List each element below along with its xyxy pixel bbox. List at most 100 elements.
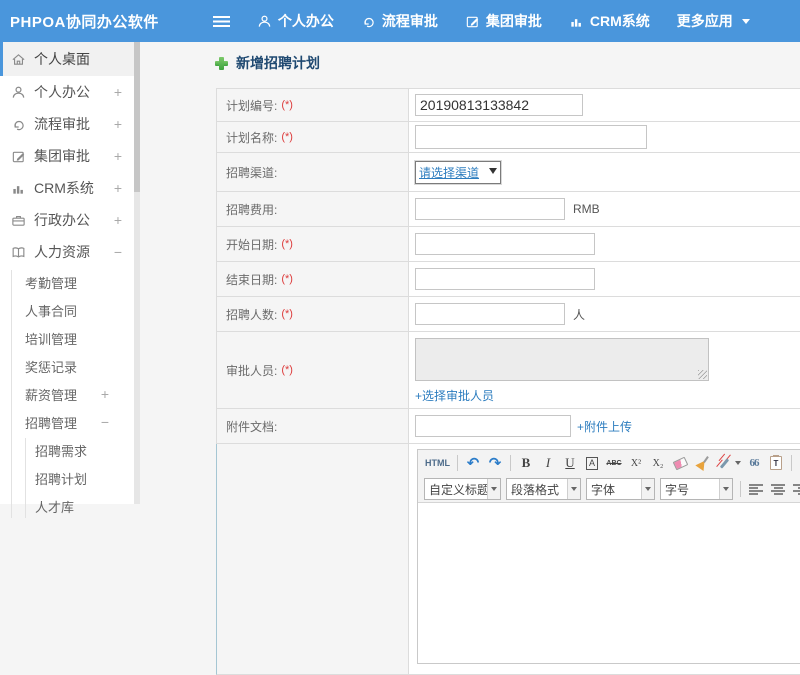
form-row-attachment: 附件文档: +附件上传: [217, 409, 800, 444]
redo-icon[interactable]: [485, 453, 505, 473]
hamburger-menu-icon[interactable]: [212, 15, 230, 27]
paintformat-caret-icon[interactable]: [735, 461, 741, 465]
start-date-input[interactable]: [415, 233, 595, 255]
required-mark: (*): [281, 238, 293, 250]
book-icon: [11, 245, 27, 260]
top-nav-label: 集团审批: [485, 13, 542, 29]
collapse-icon[interactable]: −: [114, 244, 122, 260]
required-mark: (*): [281, 308, 293, 320]
superscript-icon[interactable]: [626, 453, 646, 473]
sidebar-item-training-mgmt[interactable]: 培训管理: [0, 324, 134, 352]
sidebar-item-group-approval[interactable]: 集团审批 +: [0, 140, 134, 172]
channel-select[interactable]: 请选择渠道: [414, 159, 502, 185]
sidebar-recruit-submenu: 招聘需求招聘计划人才库: [0, 436, 134, 520]
top-nav-label: CRM系统: [589, 13, 650, 29]
italic-icon[interactable]: [538, 453, 558, 473]
collapse-icon[interactable]: −: [101, 414, 109, 430]
sidebar-item-label: 流程审批: [34, 116, 90, 132]
sidebar-item-talent-pool[interactable]: 人才库: [0, 492, 134, 520]
sidebar-item-human-resources[interactable]: 人力资源 −: [0, 236, 134, 268]
autotypeset-icon[interactable]: [582, 453, 602, 473]
app-brand: PHPOA协同办公软件: [10, 13, 159, 31]
form-row-end-date: 结束日期: (*): [217, 262, 800, 297]
form-row-approvers: 审批人员: (*) +选择审批人员: [217, 332, 800, 409]
blockquote-icon[interactable]: [744, 453, 764, 473]
sidebar-item-personal-office[interactable]: 个人办公 +: [0, 76, 134, 108]
combo-caret-icon[interactable]: [487, 479, 500, 499]
eraser-icon[interactable]: [670, 453, 690, 473]
headcount-input[interactable]: [415, 303, 565, 325]
paintformat-icon[interactable]: [714, 453, 734, 473]
add-icon: [215, 56, 228, 70]
top-nav-more-apps[interactable]: 更多应用: [677, 11, 750, 31]
combo-caret-icon[interactable]: [567, 479, 580, 499]
fee-input[interactable]: [415, 198, 565, 220]
top-nav: 个人办公 流程审批 集团审批 CRM系统 更多应用: [230, 11, 750, 31]
approvers-textarea[interactable]: [415, 338, 709, 381]
expand-icon[interactable]: +: [114, 84, 122, 100]
sidebar-item-label: 招聘管理: [25, 415, 78, 431]
attachment-upload-link[interactable]: +附件上传: [577, 418, 632, 435]
font-family-combo[interactable]: 字体: [586, 478, 655, 500]
sidebar-item-label: 培训管理: [25, 331, 78, 347]
sidebar-item-label: 招聘计划: [35, 471, 88, 487]
top-nav-label: 流程审批: [381, 13, 438, 29]
align-center-icon[interactable]: [768, 479, 788, 499]
rich-text-editor: HTML 自定义标题 段落格式 字体 字号: [417, 449, 800, 664]
sidebar-item-personal-desktop[interactable]: 个人桌面: [0, 42, 134, 76]
align-right-icon[interactable]: [790, 479, 800, 499]
subscript-icon[interactable]: [648, 453, 668, 473]
combo-caret-icon[interactable]: [641, 479, 654, 499]
sidebar-item-recruit-plan[interactable]: 招聘计划: [0, 464, 134, 492]
sidebar-item-salary-mgmt[interactable]: 薪资管理 +: [0, 380, 134, 408]
underline-icon[interactable]: [560, 453, 580, 473]
sidebar-item-admin-office[interactable]: 行政办公 +: [0, 204, 134, 236]
sidebar-item-label: 奖惩记录: [25, 359, 78, 375]
sidebar-item-attendance-mgmt[interactable]: 考勤管理: [0, 268, 134, 296]
expand-icon[interactable]: +: [114, 148, 122, 164]
sidebar-item-label: 个人桌面: [34, 51, 90, 67]
sidebar: 个人桌面 个人办公 + 流程审批 + 集团审批 + CRM系统 + 行政办公 + 人力资源 − 考勤管理人…: [0, 42, 134, 518]
form-row-fee: 招聘费用: RMB: [217, 192, 800, 227]
plan-no-input[interactable]: [415, 94, 583, 116]
form-row-headcount: 招聘人数: (*) 人: [217, 297, 800, 332]
editor-toolbar-row2: 自定义标题 段落格式 字体 字号: [418, 476, 800, 502]
strikethrough-icon[interactable]: [604, 453, 624, 473]
sidebar-item-recruit-demand[interactable]: 招聘需求: [0, 436, 134, 464]
sidebar-item-reward-punish[interactable]: 奖惩记录: [0, 352, 134, 380]
font-size-combo[interactable]: 字号: [660, 478, 733, 500]
combo-caret-icon[interactable]: [719, 479, 732, 499]
bold-icon[interactable]: [516, 453, 536, 473]
top-nav-personal-office[interactable]: 个人办公: [257, 11, 334, 31]
required-mark: (*): [281, 99, 293, 111]
html-source-button[interactable]: HTML: [425, 458, 450, 468]
attachment-input[interactable]: [415, 415, 571, 437]
undo-icon[interactable]: [463, 453, 483, 473]
editor-content[interactable]: [418, 502, 800, 663]
required-mark: (*): [281, 273, 293, 285]
flow-icon: [11, 117, 27, 132]
editor-toolbar-row1: HTML: [418, 450, 800, 476]
field-label: 计划编号:: [226, 98, 278, 113]
expand-icon[interactable]: +: [114, 212, 122, 228]
sidebar-item-hr-contract[interactable]: 人事合同: [0, 296, 134, 324]
sidebar-item-recruit-mgmt[interactable]: 招聘管理 −: [0, 408, 134, 436]
expand-icon[interactable]: +: [101, 386, 109, 402]
sidebar-item-workflow-approval[interactable]: 流程审批 +: [0, 108, 134, 140]
top-nav-crm-system[interactable]: CRM系统: [569, 11, 650, 31]
paragraph-format-combo[interactable]: 段落格式: [506, 478, 581, 500]
align-left-icon[interactable]: [746, 479, 766, 499]
expand-icon[interactable]: +: [114, 180, 122, 196]
sidebar-item-crm-system[interactable]: CRM系统 +: [0, 172, 134, 204]
user-icon: [11, 85, 27, 100]
cleardoc-icon[interactable]: [692, 453, 712, 473]
plan-name-input[interactable]: [415, 125, 647, 149]
pastetext-icon[interactable]: [766, 453, 786, 473]
custom-title-combo[interactable]: 自定义标题: [424, 478, 501, 500]
top-nav-group-approval[interactable]: 集团审批: [465, 11, 542, 31]
end-date-input[interactable]: [415, 268, 595, 290]
choose-approvers-link[interactable]: +选择审批人员: [415, 387, 800, 404]
top-nav-workflow-approval[interactable]: 流程审批: [361, 11, 438, 31]
edit-icon: [465, 14, 480, 29]
expand-icon[interactable]: +: [114, 116, 122, 132]
